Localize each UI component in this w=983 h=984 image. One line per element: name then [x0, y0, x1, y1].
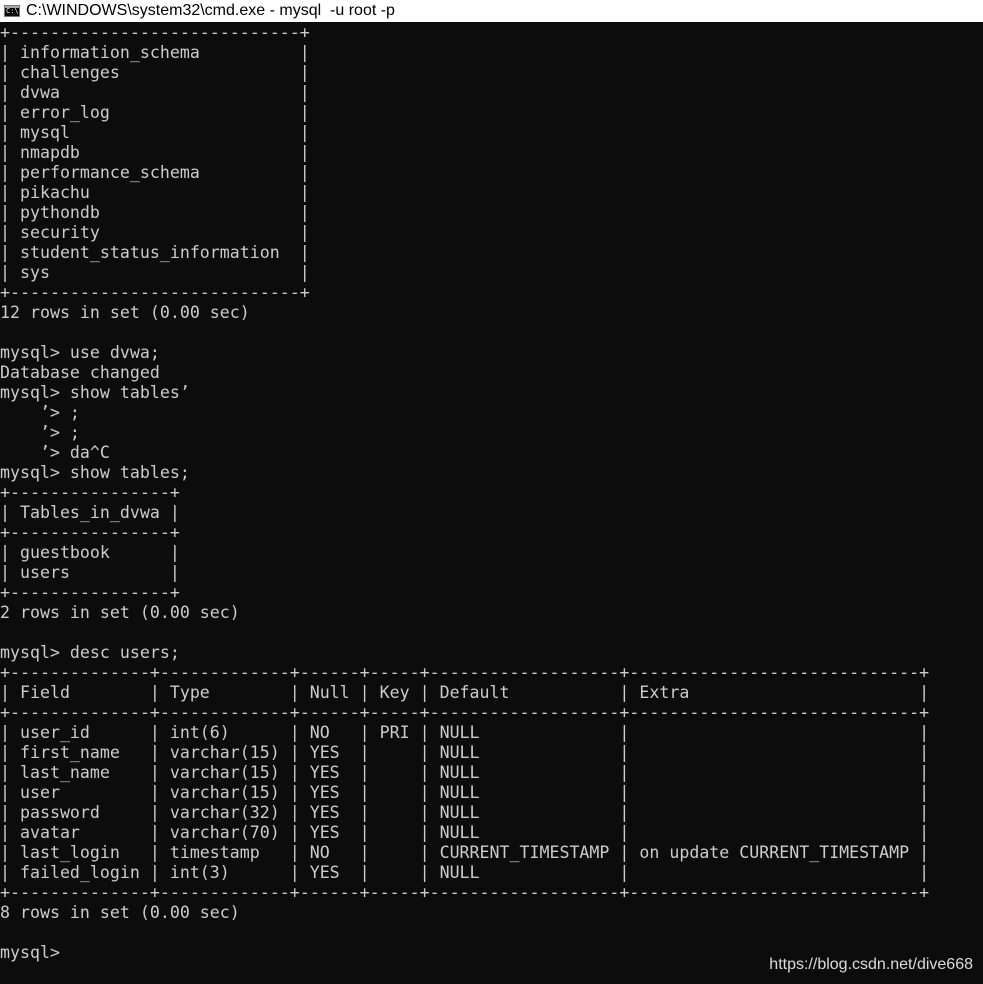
cmd-window: C:\ C:\WINDOWS\system32\cmd.exe - mysql … [0, 0, 983, 984]
console-line: Database changed [0, 363, 160, 382]
console-line: 8 rows in set (0.00 sec) [0, 903, 240, 922]
console-line: mysql> show tables’ [0, 383, 190, 402]
console-line: | performance_schema | [0, 163, 310, 182]
console-line: ’> ; [0, 423, 80, 442]
console-line: | mysql | [0, 123, 310, 142]
console-line: | nmapdb | [0, 143, 310, 162]
console-line: +----------------+ [0, 523, 180, 542]
console-line: | information_schema | [0, 43, 310, 62]
console-line: | failed_login | int(3) | YES | | NULL |… [0, 863, 930, 882]
console-line: | users | [0, 563, 180, 582]
console-line: ’> ; [0, 403, 80, 422]
console-line: +----------------+ [0, 583, 180, 602]
console-line: +-----------------------------+ [0, 283, 310, 302]
console-line: | error_log | [0, 103, 310, 122]
console-line: | avatar | varchar(70) | YES | | NULL | … [0, 823, 930, 842]
console-line: | dvwa | [0, 83, 310, 102]
console-output[interactable]: +-----------------------------+ | informa… [0, 23, 929, 963]
console-line: +--------------+-------------+------+---… [0, 883, 930, 902]
console-line: +-----------------------------+ [0, 23, 310, 42]
console-line: | pythondb | [0, 203, 310, 222]
console-line: | user | varchar(15) | YES | | NULL | | [0, 783, 930, 802]
watermark: https://blog.csdn.net/dive668 [769, 956, 973, 973]
console-line: | pikachu | [0, 183, 310, 202]
console-line: | Field | Type | Null | Key | Default | … [0, 683, 930, 702]
console-line: | first_name | varchar(15) | YES | | NUL… [0, 743, 930, 762]
console-line: | user_id | int(6) | NO | PRI | NULL | | [0, 723, 930, 742]
console-line: | last_name | varchar(15) | YES | | NULL… [0, 763, 930, 782]
console-line: ’> da^C [0, 443, 110, 462]
console-line: | Tables_in_dvwa | [0, 503, 180, 522]
console-line: | last_login | timestamp | NO | | CURREN… [0, 843, 930, 862]
console-line: mysql> use dvwa; [0, 343, 160, 362]
cmd-icon-glyph: C:\ [6, 7, 19, 15]
console-line: | student_status_information | [0, 243, 310, 262]
console-line: +--------------+-------------+------+---… [0, 663, 930, 682]
console-line: 2 rows in set (0.00 sec) [0, 603, 240, 622]
console-line: mysql> show tables; [0, 463, 190, 482]
console-line: | password | varchar(32) | YES | | NULL … [0, 803, 930, 822]
window-title: C:\WINDOWS\system32\cmd.exe - mysql -u r… [26, 2, 395, 19]
title-bar[interactable]: C:\ C:\WINDOWS\system32\cmd.exe - mysql … [0, 0, 983, 22]
console-line: +--------------+-------------+------+---… [0, 703, 930, 722]
cmd-icon[interactable]: C:\ [4, 5, 20, 17]
console-line: 12 rows in set (0.00 sec) [0, 303, 250, 322]
console-line: mysql> desc users; [0, 643, 180, 662]
console-line: | sys | [0, 263, 310, 282]
console-line: | challenges | [0, 63, 310, 82]
console-line: | security | [0, 223, 310, 242]
console-line: +----------------+ [0, 483, 180, 502]
console-line: | guestbook | [0, 543, 180, 562]
